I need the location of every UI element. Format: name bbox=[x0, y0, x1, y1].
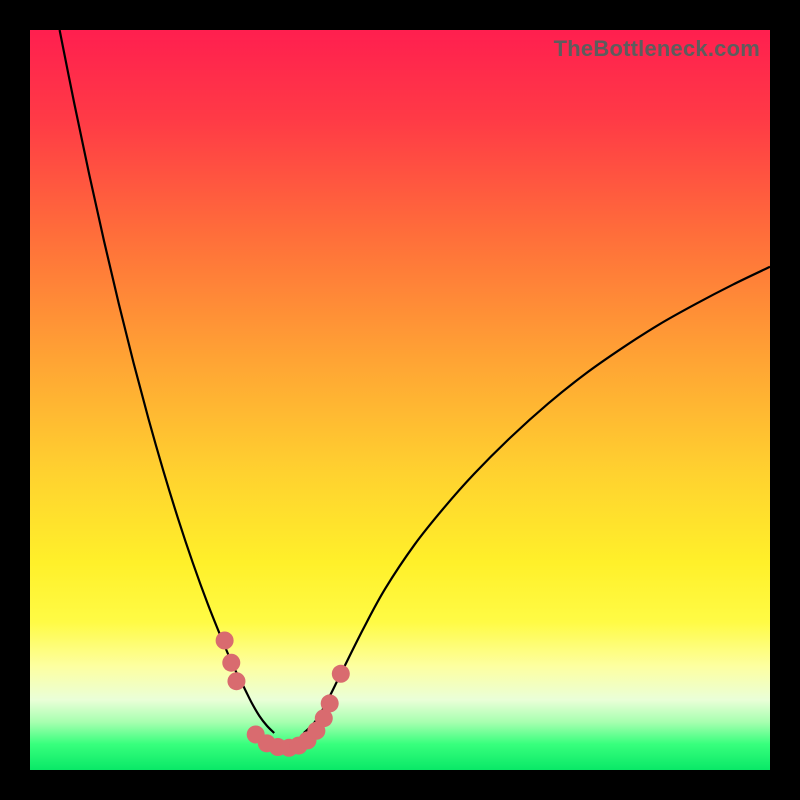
plot-area: TheBottleneck.com bbox=[30, 30, 770, 770]
marker-point bbox=[332, 665, 350, 683]
marker-point bbox=[321, 694, 339, 712]
curves-layer bbox=[30, 30, 770, 770]
marker-point bbox=[222, 654, 240, 672]
marker-point bbox=[216, 632, 234, 650]
marker-point bbox=[227, 672, 245, 690]
series-right-curve bbox=[304, 267, 770, 733]
series-left-curve bbox=[60, 30, 275, 733]
watermark-text: TheBottleneck.com bbox=[554, 36, 760, 62]
chart-frame: TheBottleneck.com bbox=[0, 0, 800, 800]
